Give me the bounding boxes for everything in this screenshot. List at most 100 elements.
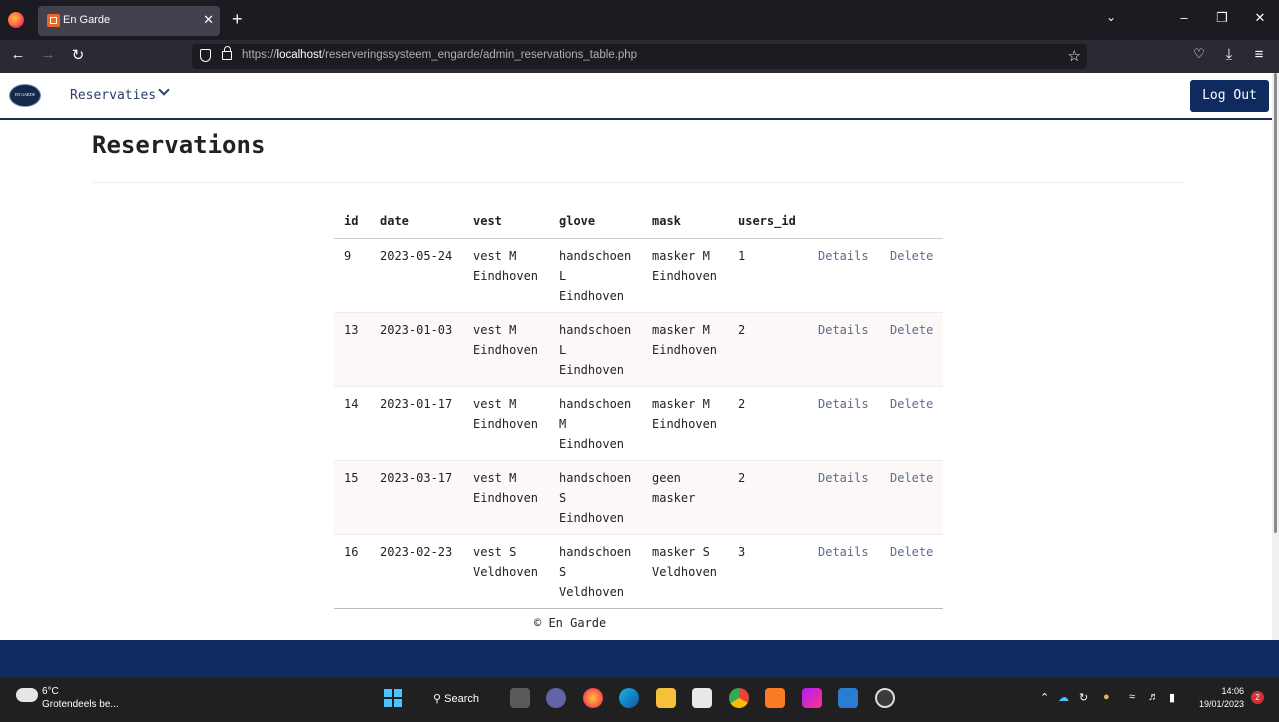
cell-date: 2023-02-23 bbox=[380, 544, 453, 559]
column-header-glove: glove bbox=[559, 213, 596, 228]
cell-users-id: 3 bbox=[738, 544, 746, 559]
details-link[interactable]: Details bbox=[808, 238, 880, 312]
table-row: 14 2023-01-17 vest M Eindhoven handschoe… bbox=[334, 386, 944, 460]
cell-vest: vest S Veldhoven bbox=[473, 544, 539, 579]
notification-badge[interactable]: 2 bbox=[1251, 691, 1264, 704]
taskbar: 6°C Grotendeels be... ⚲ Search ⌃ ☁ ↻ ● ≈… bbox=[0, 678, 1279, 722]
cell-date: 2023-01-17 bbox=[380, 396, 453, 411]
close-window-icon[interactable]: ✕ bbox=[1250, 10, 1270, 26]
tab-close-icon[interactable]: ✕ bbox=[203, 12, 214, 28]
browser-tabbar: En Garde ✕ + ⌄ – ❐ ✕ bbox=[0, 0, 1279, 40]
table-header-row: id date vest glove mask users_id bbox=[334, 204, 944, 238]
delete-link[interactable]: Delete bbox=[880, 312, 943, 386]
site-header: EN GARDE Reservaties Log Out bbox=[0, 73, 1272, 120]
cell-mask: masker S Veldhoven bbox=[652, 544, 718, 579]
weather-cloud-icon[interactable] bbox=[16, 682, 38, 702]
cell-date: 2023-01-03 bbox=[380, 322, 453, 337]
reservaties-menu[interactable]: Reservaties bbox=[70, 88, 156, 103]
file-explorer-icon[interactable] bbox=[656, 688, 676, 708]
cell-glove: handschoen S Eindhoven bbox=[559, 470, 632, 525]
store-icon[interactable] bbox=[692, 688, 712, 708]
chevron-down-icon[interactable] bbox=[158, 84, 170, 96]
windows-start-icon[interactable] bbox=[384, 689, 402, 707]
wifi-icon[interactable]: ≈ bbox=[1129, 691, 1135, 703]
logout-button[interactable]: Log Out bbox=[1190, 80, 1269, 112]
details-link[interactable]: Details bbox=[808, 534, 880, 608]
details-link[interactable]: Details bbox=[808, 312, 880, 386]
page-scrollbar[interactable] bbox=[1272, 73, 1279, 640]
column-header-users-id: users_id bbox=[738, 213, 796, 228]
logo[interactable]: EN GARDE bbox=[9, 84, 41, 107]
cell-id: 16 bbox=[344, 544, 359, 559]
phpstorm-icon[interactable] bbox=[802, 688, 822, 708]
url-bar[interactable]: https://localhost/reserveringssysteem_en… bbox=[192, 44, 1087, 69]
clock-date[interactable]: 19/01/2023 bbox=[1190, 699, 1244, 709]
url-text[interactable]: https://localhost/reserveringssysteem_en… bbox=[242, 49, 637, 61]
column-header-id: id bbox=[344, 213, 359, 228]
menu-icon[interactable]: ≡ bbox=[1249, 46, 1269, 63]
page-title: Reservations bbox=[92, 131, 266, 159]
xampp-icon[interactable] bbox=[765, 688, 785, 708]
reservations-table: id date vest glove mask users_id 9 2023-… bbox=[334, 204, 944, 609]
delete-link[interactable]: Delete bbox=[880, 238, 943, 312]
notepad-icon[interactable] bbox=[838, 688, 858, 708]
cell-glove: handschoen L Eindhoven bbox=[559, 322, 632, 377]
column-header-vest: vest bbox=[473, 213, 502, 228]
delete-link[interactable]: Delete bbox=[880, 460, 943, 534]
details-link[interactable]: Details bbox=[808, 460, 880, 534]
restore-icon[interactable]: ❐ bbox=[1212, 10, 1232, 26]
page-footer-bar bbox=[0, 640, 1279, 678]
volume-icon[interactable]: ♬ bbox=[1148, 691, 1159, 703]
shield-icon[interactable] bbox=[200, 49, 211, 62]
web-page: EN GARDE Reservaties Log Out Reservation… bbox=[0, 73, 1272, 640]
cell-id: 14 bbox=[344, 396, 359, 411]
bookmark-star-icon[interactable]: ☆ bbox=[1068, 47, 1081, 65]
download-icon[interactable]: ⤓ bbox=[1219, 46, 1239, 63]
scrollbar-thumb[interactable] bbox=[1274, 73, 1277, 533]
column-header-date: date bbox=[380, 213, 409, 228]
chrome-icon[interactable] bbox=[729, 688, 749, 708]
clock-time[interactable]: 14:06 bbox=[1194, 686, 1244, 696]
edge-icon[interactable] bbox=[619, 688, 639, 708]
back-icon[interactable]: ← bbox=[8, 46, 28, 63]
tab-list-chevron-icon[interactable]: ⌄ bbox=[1106, 10, 1116, 24]
cell-date: 2023-03-17 bbox=[380, 470, 453, 485]
cell-users-id: 1 bbox=[738, 248, 746, 263]
cell-id: 9 bbox=[344, 248, 352, 263]
cell-mask: geen masker bbox=[652, 470, 696, 505]
onedrive-icon[interactable]: ☁ bbox=[1058, 691, 1069, 704]
task-view-icon[interactable] bbox=[510, 688, 530, 708]
microphone-icon[interactable]: ● bbox=[1103, 691, 1110, 703]
delete-link[interactable]: Delete bbox=[880, 386, 943, 460]
weather-forecast[interactable]: Grotendeels be... bbox=[42, 699, 119, 710]
cell-date: 2023-05-24 bbox=[380, 248, 453, 263]
lock-icon[interactable] bbox=[222, 46, 232, 60]
sync-icon[interactable]: ↻ bbox=[1079, 691, 1088, 704]
chat-icon[interactable] bbox=[546, 688, 566, 708]
browser-navbar: ← → ↻ https://localhost/reserveringssyst… bbox=[0, 40, 1279, 73]
tab-title: En Garde bbox=[63, 14, 111, 26]
table-row: 15 2023-03-17 vest M Eindhoven handschoe… bbox=[334, 460, 944, 534]
firefox-icon[interactable] bbox=[8, 12, 24, 28]
tray-chevron-up-icon[interactable]: ⌃ bbox=[1040, 691, 1049, 704]
reload-icon[interactable]: ↻ bbox=[68, 46, 88, 64]
firefox-taskbar-icon[interactable] bbox=[583, 688, 603, 708]
minimize-icon[interactable]: – bbox=[1174, 10, 1194, 25]
pocket-icon[interactable]: ♡ bbox=[1189, 46, 1209, 62]
cell-mask: masker M Eindhoven bbox=[652, 396, 718, 431]
cell-glove: handschoen S Veldhoven bbox=[559, 544, 632, 599]
weather-temperature[interactable]: 6°C bbox=[42, 686, 59, 697]
forward-icon[interactable]: → bbox=[38, 46, 58, 63]
new-tab-button[interactable]: + bbox=[232, 9, 243, 29]
cell-vest: vest M Eindhoven bbox=[473, 396, 539, 431]
taskbar-search-button[interactable]: ⚲ Search bbox=[423, 686, 491, 712]
details-link[interactable]: Details bbox=[808, 386, 880, 460]
cell-users-id: 2 bbox=[738, 322, 746, 337]
battery-icon[interactable]: ▮ bbox=[1169, 691, 1175, 704]
browser-tab[interactable]: En Garde ✕ bbox=[38, 6, 220, 36]
obs-icon[interactable] bbox=[875, 688, 895, 708]
delete-link[interactable]: Delete bbox=[880, 534, 943, 608]
cell-vest: vest M Eindhoven bbox=[473, 470, 539, 505]
cell-mask: masker M Eindhoven bbox=[652, 322, 718, 357]
cell-mask: masker M Eindhoven bbox=[652, 248, 718, 283]
